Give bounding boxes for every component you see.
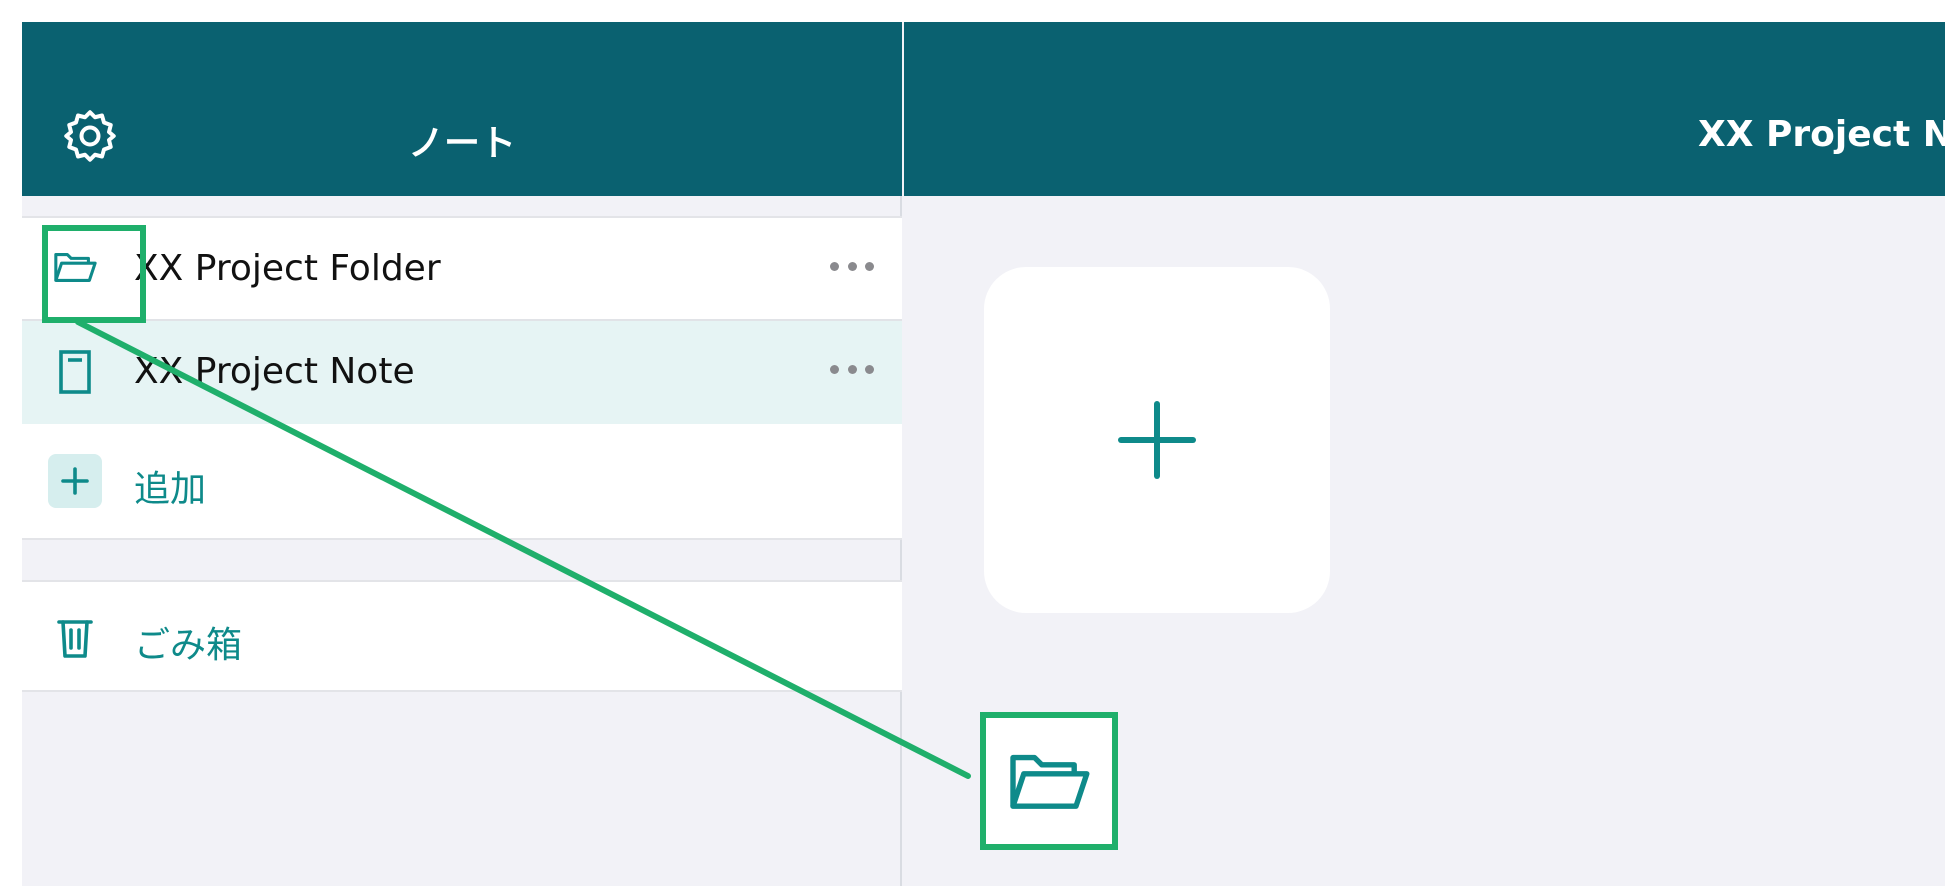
ellipsis-icon[interactable] bbox=[822, 246, 882, 286]
sidebar: ノート XX Project Folder XX Project Note 追加… bbox=[22, 22, 902, 886]
page-title: XX Project N bbox=[1698, 114, 1945, 155]
plus-icon bbox=[1118, 401, 1196, 479]
folder-open-icon bbox=[1010, 754, 1090, 809]
trash-icon bbox=[48, 609, 102, 663]
plus-icon bbox=[48, 454, 102, 508]
sidebar-title: ノート bbox=[407, 123, 516, 164]
highlight-box bbox=[42, 225, 146, 323]
notes-list: XX Project Folder XX Project Note 追加 bbox=[22, 216, 902, 540]
list-item-label: XX Project Folder bbox=[134, 248, 441, 289]
trash-label: ごみ箱 bbox=[134, 625, 243, 666]
list-item-label: XX Project Note bbox=[134, 351, 415, 392]
main-header: XX Project N bbox=[904, 22, 1945, 196]
notebook-icon bbox=[48, 345, 102, 399]
trash-item[interactable]: ごみ箱 bbox=[22, 582, 902, 690]
trash-section: ごみ箱 bbox=[22, 580, 902, 692]
sidebar-header: ノート bbox=[22, 22, 902, 196]
app-window: ノート XX Project Folder XX Project Note 追加… bbox=[22, 22, 1945, 886]
add-label: 追加 bbox=[134, 469, 207, 510]
add-note-card[interactable] bbox=[984, 267, 1330, 613]
list-item-note[interactable]: XX Project Note bbox=[22, 321, 902, 424]
add-button[interactable]: 追加 bbox=[22, 424, 902, 538]
list-item-folder[interactable]: XX Project Folder bbox=[22, 218, 902, 321]
folder-callout[interactable] bbox=[980, 712, 1118, 850]
main-panel: XX Project N bbox=[904, 22, 1945, 886]
ellipsis-icon[interactable] bbox=[822, 349, 882, 389]
